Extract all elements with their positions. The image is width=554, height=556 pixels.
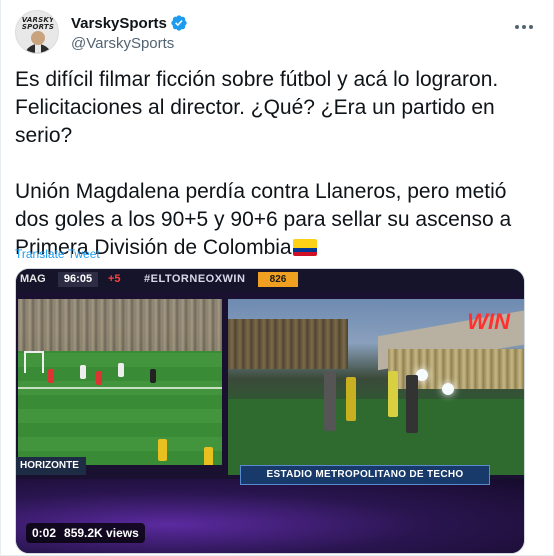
more-horizontal-icon[interactable] [513, 16, 537, 30]
author-display-name[interactable]: VarskySports [71, 15, 167, 32]
player-figure [204, 447, 213, 465]
left-panel-stands [18, 299, 222, 351]
video-elapsed-time: 0:02 [32, 526, 57, 540]
scoreboard-time: 96:05 [58, 272, 98, 287]
video-scoreboard: MAG 96:05 +5 #ELTORNEOXWIN 826 [16, 269, 524, 291]
player-figure [80, 365, 86, 379]
player-figure [388, 371, 398, 417]
translate-tweet-link[interactable]: Translate Tweet [15, 247, 100, 261]
player-figure [96, 371, 102, 385]
avatar-head [31, 31, 45, 45]
player-figure [406, 375, 418, 433]
video-player[interactable]: MAG 96:05 +5 #ELTORNEOXWIN 826 WIN HORIZ… [15, 268, 525, 554]
player-figure [158, 439, 167, 461]
verified-badge-icon [171, 15, 187, 31]
video-view-count: 859.2K views [64, 526, 139, 540]
player-figure [324, 371, 336, 431]
broadcaster-logo: WIN [467, 309, 510, 334]
video-caption-right: ESTADIO METROPOLITANO DE TECHO [240, 465, 490, 485]
tweet-card: VARSKY SPORTS VarskySports @VarskySports … [0, 0, 554, 556]
tweet-paragraph-1: Es difícil filmar ficción sobre fútbol y… [15, 68, 499, 147]
right-panel-left-stand [228, 319, 348, 369]
left-panel-goal [24, 351, 44, 373]
author-handle[interactable]: @VarskySports [71, 35, 188, 52]
colombia-flag-icon [292, 239, 317, 256]
player-figure [118, 363, 124, 377]
player-figure [150, 369, 156, 383]
right-panel-field [228, 399, 524, 475]
scoreboard-team: MAG [20, 273, 46, 285]
player-figure [346, 377, 356, 421]
tweet-text: Es difícil filmar ficción sobre fútbol y… [15, 66, 535, 262]
scoreboard-added-time: +5 [108, 273, 121, 285]
left-panel-field-line [18, 387, 222, 389]
scoreboard-hashtag: #ELTORNEOXWIN [144, 273, 246, 285]
tweet-header: VARSKY SPORTS VarskySports @VarskySports [15, 10, 541, 56]
video-left-panel [18, 299, 222, 465]
scoreboard-number: 826 [258, 272, 298, 287]
video-caption-left: HORIZONTE [16, 457, 86, 475]
player-figure [48, 369, 54, 383]
floodlight [442, 383, 454, 395]
avatar[interactable]: VARSKY SPORTS [15, 10, 59, 54]
author-block: VarskySports @VarskySports [71, 14, 188, 52]
avatar-logo-text: VARSKY SPORTS [21, 16, 55, 31]
video-right-panel: WIN [228, 299, 524, 475]
video-stats: 0:02 859.2K views [26, 523, 145, 543]
avatar-shirt [35, 44, 41, 53]
